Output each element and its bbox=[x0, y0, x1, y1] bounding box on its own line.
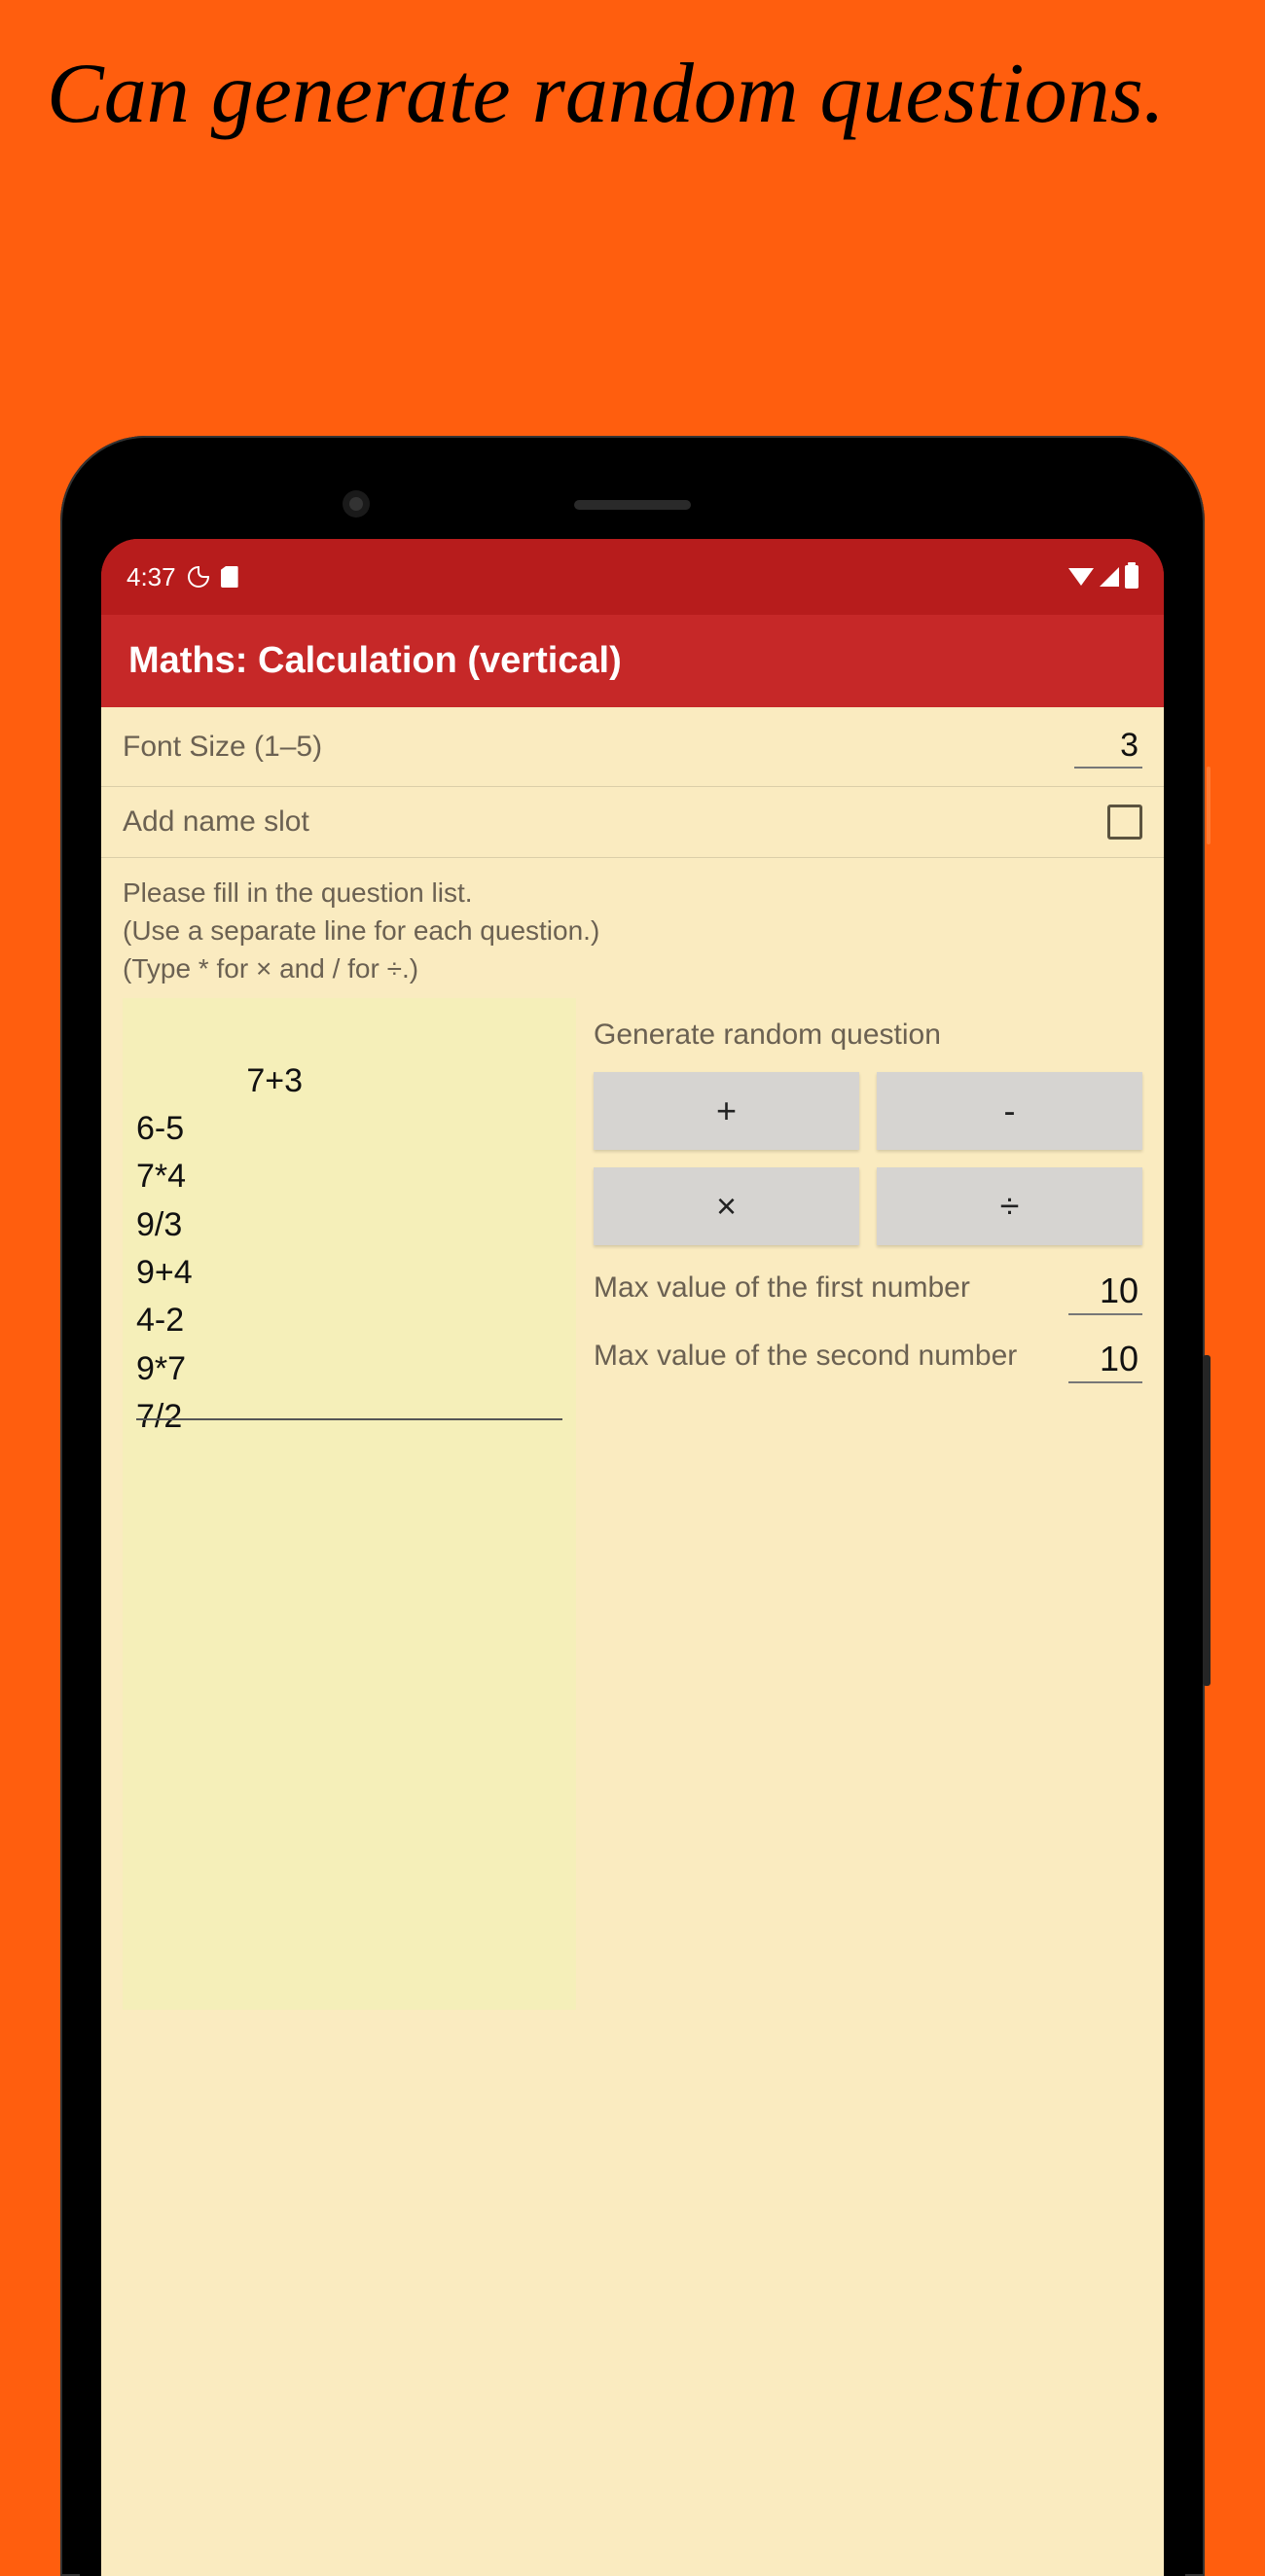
content-area: Font Size (1–5) Add name slot Please fil… bbox=[101, 707, 1164, 2576]
status-bar: 4:37 bbox=[101, 539, 1164, 615]
app-title-bar: Maths: Calculation (vertical) bbox=[101, 615, 1164, 707]
phone-camera bbox=[343, 490, 370, 518]
generate-title: Generate random question bbox=[594, 1016, 1142, 1055]
promo-headline: Can generate random questions. bbox=[47, 39, 1165, 150]
app-title: Maths: Calculation (vertical) bbox=[128, 640, 622, 681]
max-second-input[interactable] bbox=[1068, 1337, 1142, 1383]
generate-panel: Generate random question + - × ÷ Max val… bbox=[594, 998, 1142, 2010]
font-size-input[interactable] bbox=[1074, 725, 1142, 769]
name-slot-label: Add name slot bbox=[123, 805, 309, 839]
sync-icon bbox=[188, 566, 209, 588]
phone-frame: 4:37 Maths: Calculation (vertical) Font … bbox=[60, 436, 1205, 2576]
name-slot-row: Add name slot bbox=[101, 787, 1164, 858]
op-minus-button[interactable]: - bbox=[877, 1072, 1142, 1150]
app-screen: 4:37 Maths: Calculation (vertical) Font … bbox=[101, 539, 1164, 2576]
signal-icon bbox=[1100, 567, 1119, 587]
name-slot-checkbox[interactable] bbox=[1107, 805, 1142, 840]
wifi-icon bbox=[1068, 568, 1094, 586]
question-list-text: 7+3 6-5 7*4 9/3 9+4 4-2 9*7 7/2 bbox=[136, 1062, 303, 1435]
phone-side-button bbox=[1203, 1355, 1211, 1686]
question-list-input[interactable]: 7+3 6-5 7*4 9/3 9+4 4-2 9*7 7/2 bbox=[123, 998, 576, 2010]
status-time: 4:37 bbox=[126, 562, 176, 592]
op-times-button[interactable]: × bbox=[594, 1167, 859, 1245]
phone-speaker bbox=[574, 500, 691, 510]
battery-icon bbox=[1125, 565, 1138, 589]
font-size-label: Font Size (1–5) bbox=[123, 731, 322, 764]
instructions-text: Please fill in the question list. (Use a… bbox=[101, 858, 1164, 998]
op-plus-button[interactable]: + bbox=[594, 1072, 859, 1150]
max-first-label: Max value of the first number bbox=[594, 1269, 1055, 1308]
max-second-label: Max value of the second number bbox=[594, 1337, 1055, 1377]
max-first-input[interactable] bbox=[1068, 1269, 1142, 1315]
op-divide-button[interactable]: ÷ bbox=[877, 1167, 1142, 1245]
question-list-cursor-line bbox=[136, 1418, 562, 1420]
phone-power-button bbox=[1207, 767, 1211, 844]
font-size-row: Font Size (1–5) bbox=[101, 707, 1164, 787]
sd-card-icon bbox=[221, 566, 238, 588]
